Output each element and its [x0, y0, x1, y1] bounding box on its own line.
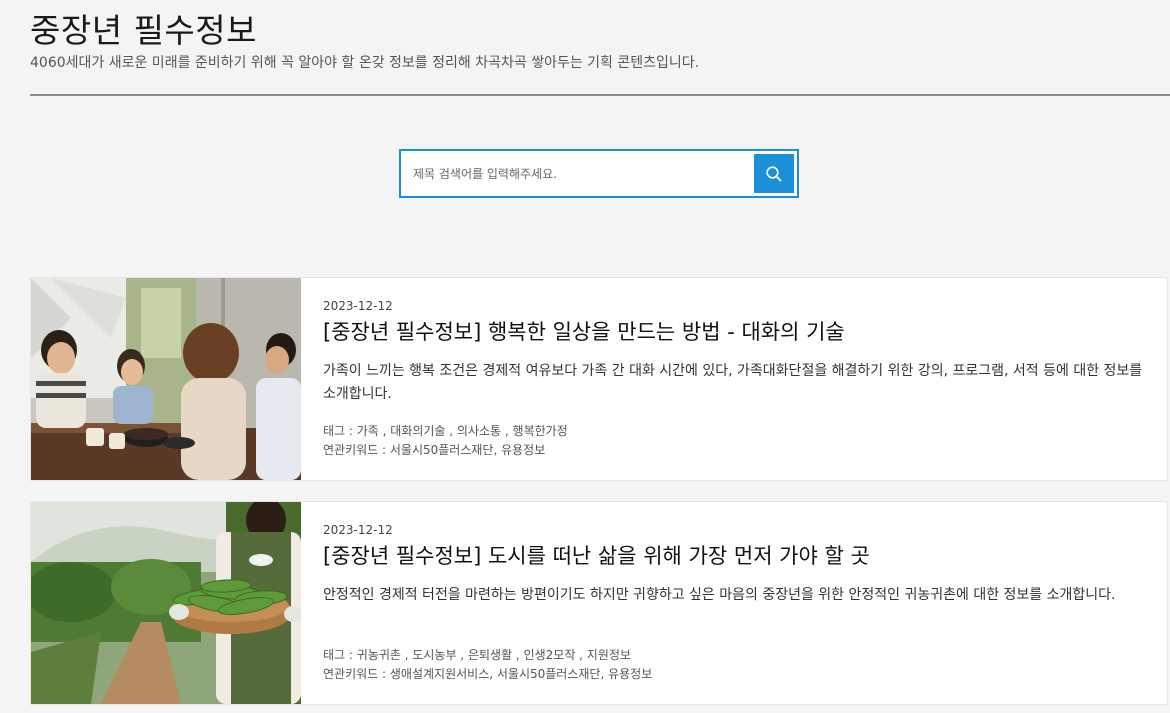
- article-tags: 태그 : 가족 , 대화의기술 , 의사소통 , 행복한가정: [323, 424, 568, 438]
- family-dinner-image: [31, 278, 301, 480]
- search-button[interactable]: [754, 154, 794, 193]
- article-body: 2023-12-12 [중장년 필수정보] 도시를 떠난 삶을 위해 가장 먼저…: [323, 522, 1153, 684]
- article-date: 2023-12-12: [323, 299, 393, 313]
- article-title[interactable]: [중장년 필수정보] 행복한 일상을 만드는 방법 - 대화의 기술: [323, 318, 1153, 346]
- page-description: 4060세대가 새로운 미래를 준비하기 위해 꼭 알아야 할 온갖 정보를 정…: [30, 55, 700, 71]
- article-keywords: 연관키워드 : 서울시50플러스재단, 유용정보: [323, 443, 546, 457]
- header-divider: [30, 94, 1170, 96]
- article-meta: 태그 : 가족 , 대화의기술 , 의사소통 , 행복한가정 연관키워드 : 서…: [323, 422, 1153, 460]
- cucumber-farm-image: [31, 502, 301, 704]
- article-meta: 태그 : 귀농귀촌 , 도시농부 , 은퇴생활 , 인생2모작 , 지원정보 연…: [323, 646, 1153, 684]
- article-title[interactable]: [중장년 필수정보] 도시를 떠난 삶을 위해 가장 먼저 가야 할 곳: [323, 542, 1153, 570]
- article-thumbnail-family-dinner[interactable]: [31, 278, 301, 480]
- article-tags: 태그 : 귀농귀촌 , 도시농부 , 은퇴생활 , 인생2모작 , 지원정보: [323, 648, 631, 662]
- article-keywords: 연관키워드 : 생애설계지원서비스, 서울시50플러스재단, 유용정보: [323, 667, 653, 681]
- article-summary: 가족이 느끼는 행복 조건은 경제적 여유보다 가족 간 대화 시간에 있다, …: [323, 363, 1143, 402]
- article-date: 2023-12-12: [323, 523, 393, 537]
- search-input[interactable]: [401, 151, 751, 196]
- search-icon: [765, 165, 783, 183]
- article-card[interactable]: 2023-12-12 [중장년 필수정보] 도시를 떠난 삶을 위해 가장 먼저…: [30, 501, 1168, 705]
- article-thumbnail-cucumber-farm[interactable]: [31, 502, 301, 704]
- article-card[interactable]: 2023-12-12 [중장년 필수정보] 행복한 일상을 만드는 방법 - 대…: [30, 277, 1168, 481]
- article-summary: 안정적인 경제적 터전을 마련하는 방편이기도 하지만 귀향하고 싶은 마음의 …: [323, 587, 1116, 603]
- page-title: 중장년 필수정보: [30, 11, 258, 50]
- search-box: [399, 149, 799, 198]
- article-body: 2023-12-12 [중장년 필수정보] 행복한 일상을 만드는 방법 - 대…: [323, 298, 1153, 460]
- page: 중장년 필수정보 4060세대가 새로운 미래를 준비하기 위해 꼭 알아야 할…: [0, 0, 1170, 713]
